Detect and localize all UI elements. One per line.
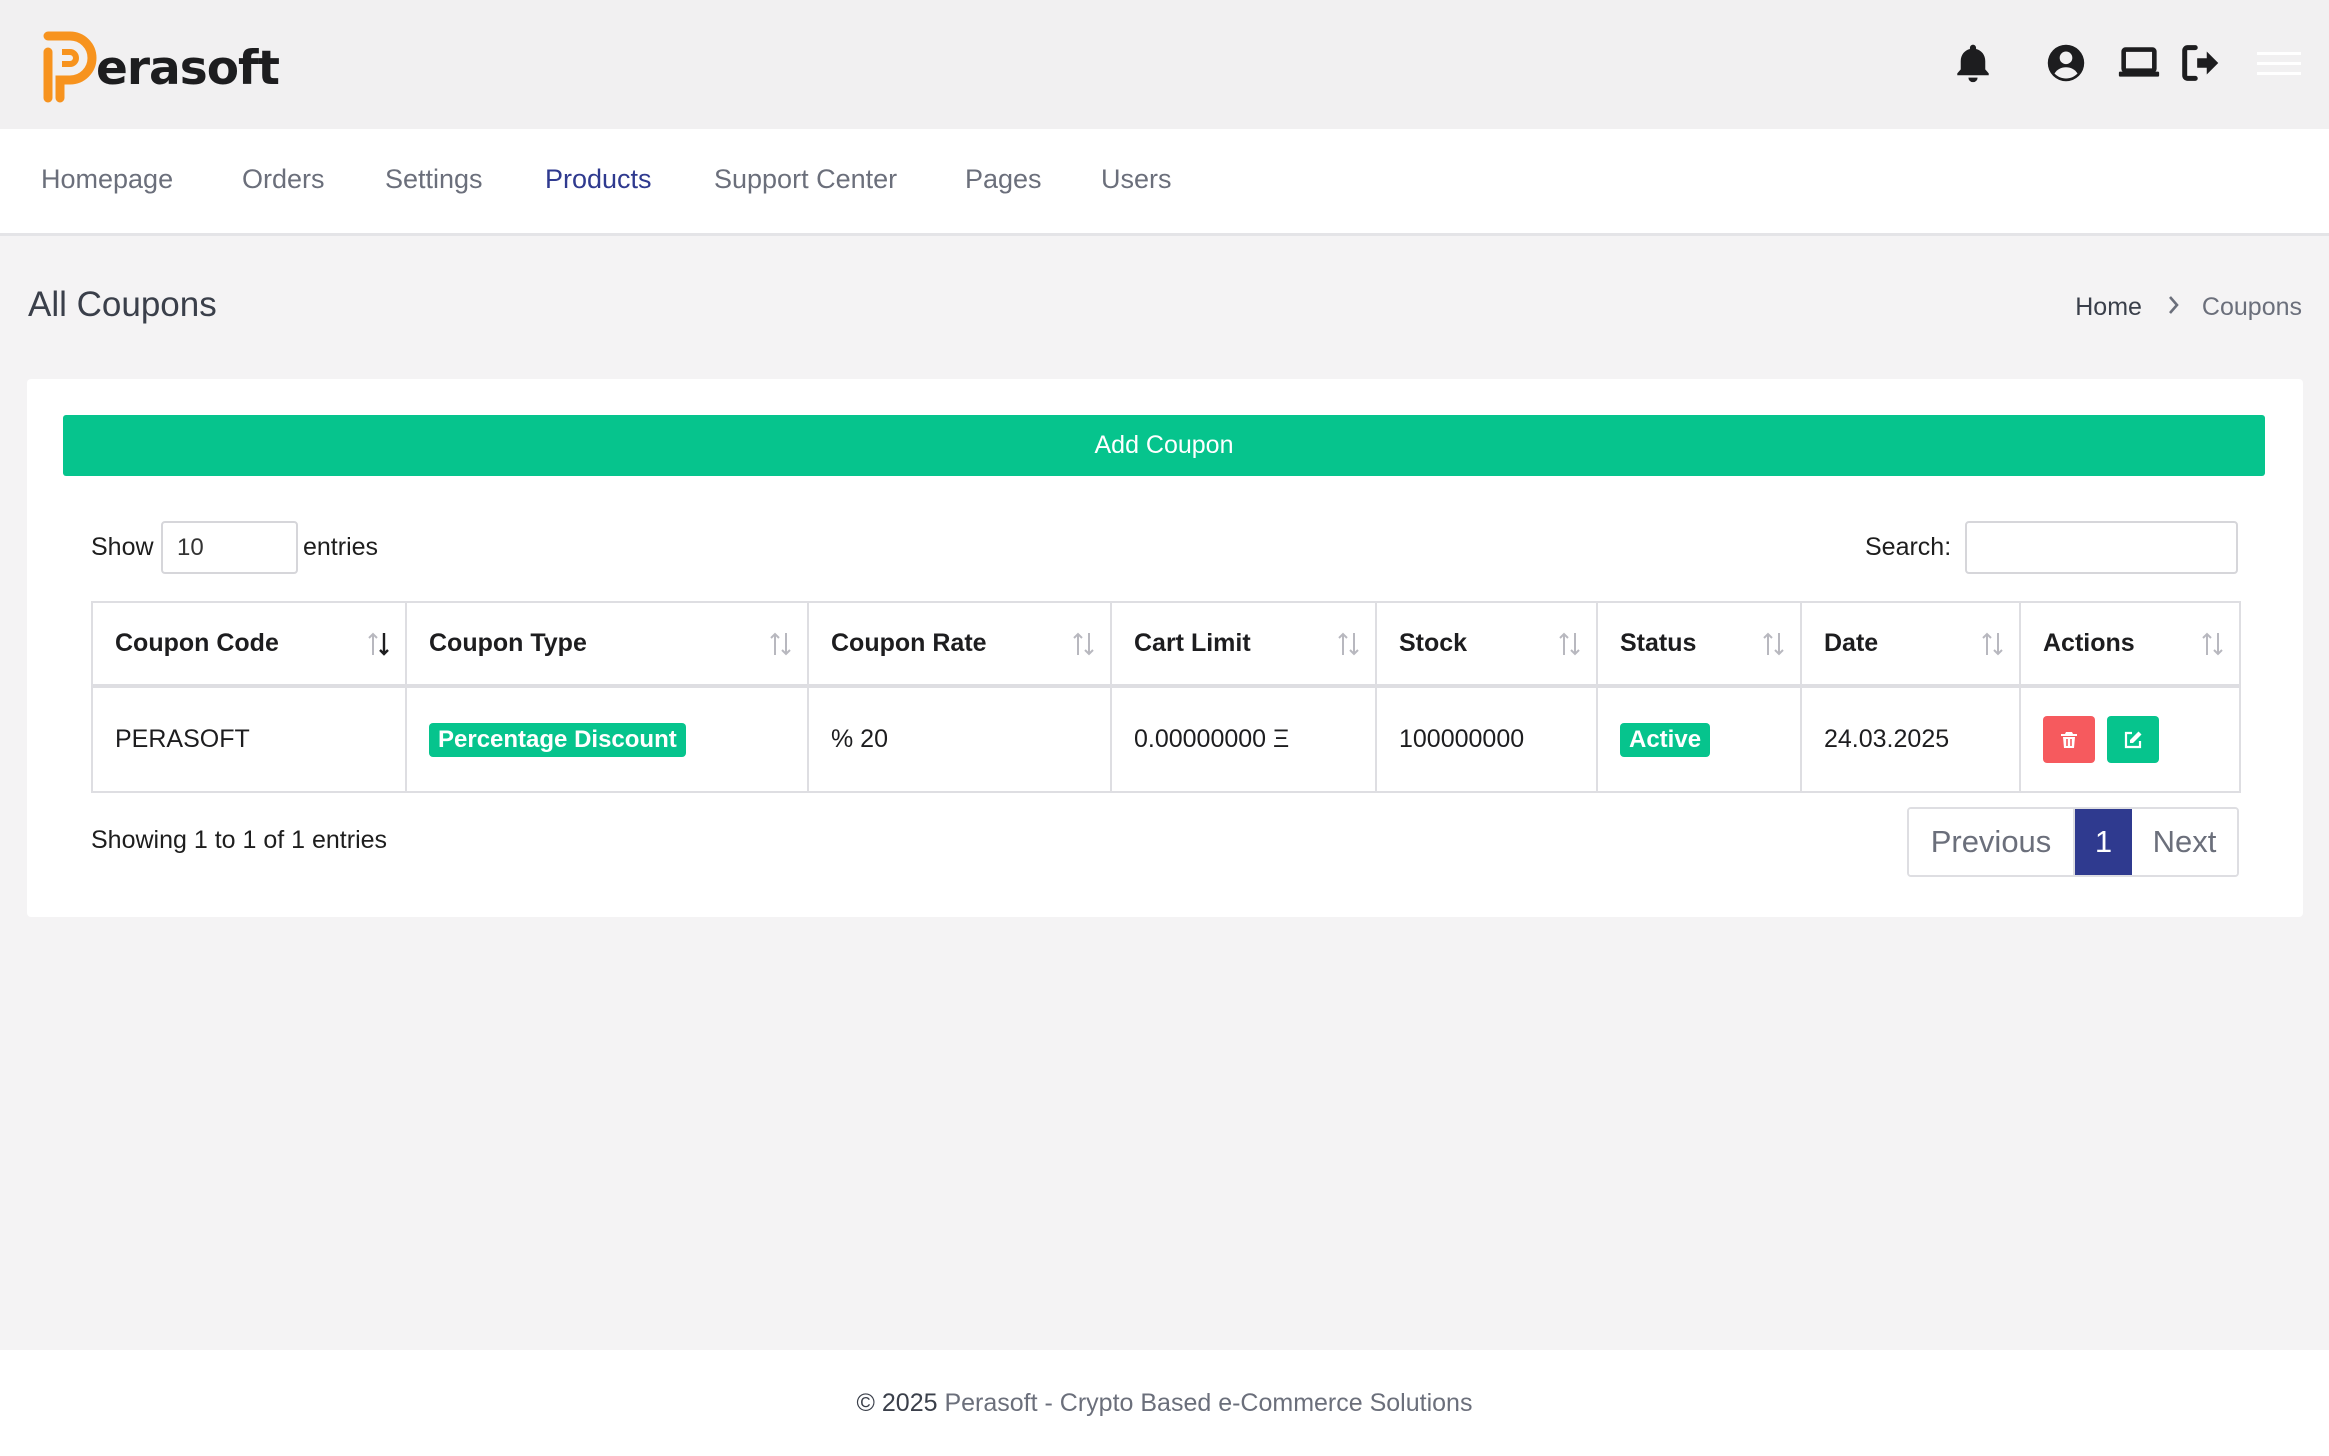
chevron-right-icon [2168, 294, 2180, 322]
table-info: Showing 1 to 1 of 1 entries [91, 826, 388, 854]
column-header-label: Actions [2043, 629, 2135, 657]
perasoft-logo-mark [43, 31, 97, 103]
sign-out-icon[interactable] [2178, 40, 2224, 86]
entries-label: entries [303, 533, 379, 561]
cell-date: 24.03.2025 [1800, 685, 2021, 793]
column-header-cart-limit[interactable]: Cart Limit [1110, 601, 1377, 688]
cell-coupon-rate: % 20 [807, 685, 1112, 793]
laptop-icon[interactable] [2116, 40, 2162, 86]
search-input[interactable] [1965, 521, 2238, 574]
main-nav: Homepage Orders Settings Products Suppor… [0, 129, 2329, 236]
column-header-label: Stock [1399, 629, 1468, 657]
column-header-coupon-rate[interactable]: Coupon Rate [807, 601, 1112, 688]
breadcrumb: Home Coupons [2075, 293, 2302, 322]
edit-icon [2124, 731, 2142, 748]
column-header-label: Coupon Code [115, 629, 279, 657]
nav-item-homepage[interactable]: Homepage [41, 164, 173, 195]
pagination-page-1[interactable]: 1 [2075, 809, 2132, 875]
sort-icon [1337, 631, 1361, 657]
nav-item-settings[interactable]: Settings [385, 164, 483, 195]
nav-item-users[interactable]: Users [1101, 164, 1172, 195]
cell-coupon-code: PERASOFT [91, 685, 407, 793]
coupons-table: Coupon Code Coupon Type Coupon Rate Cart… [91, 601, 2241, 793]
column-header-coupon-type[interactable]: Coupon Type [405, 601, 809, 688]
sort-icon [769, 631, 793, 657]
sort-icon [2201, 631, 2225, 657]
show-label: Show [91, 533, 154, 561]
footer: © 2025 Perasoft - Crypto Based e-Commerc… [0, 1350, 2329, 1456]
coupons-card: Add Coupon Show 10 entries Search: Coupo… [27, 379, 2303, 917]
brand-name: erasoft [96, 40, 280, 96]
table-row: PERASOFT Percentage Discount % 20 0.0000… [91, 685, 2241, 793]
top-header: erasoft [0, 0, 2329, 129]
sort-icon [1072, 631, 1096, 657]
column-header-date[interactable]: Date [1800, 601, 2021, 688]
add-coupon-button[interactable]: Add Coupon [63, 415, 2265, 476]
cell-cart-limit: 0.00000000 Ξ [1110, 685, 1377, 793]
bell-icon[interactable] [1950, 40, 1996, 86]
user-circle-icon[interactable] [2043, 40, 2089, 86]
pagination: Previous 1 Next [1907, 807, 2239, 877]
cell-coupon-type: Percentage Discount [405, 685, 809, 793]
column-header-status[interactable]: Status [1596, 601, 1802, 688]
column-header-label: Date [1824, 629, 1879, 657]
column-header-actions[interactable]: Actions [2019, 601, 2241, 688]
hamburger-menu-icon[interactable] [2255, 40, 2301, 86]
column-header-label: Coupon Rate [831, 629, 987, 657]
column-header-stock[interactable]: Stock [1375, 601, 1598, 688]
trash-icon [2061, 731, 2077, 748]
column-header-label: Status [1620, 629, 1697, 657]
nav-item-orders[interactable]: Orders [242, 164, 325, 195]
page-title: All Coupons [28, 285, 217, 324]
nav-item-pages[interactable]: Pages [965, 164, 1042, 195]
nav-item-support-center[interactable]: Support Center [714, 164, 897, 195]
pagination-next-button[interactable]: Next [2132, 809, 2237, 875]
search-label: Search: [1865, 533, 1952, 561]
breadcrumb-home-link[interactable]: Home [2075, 293, 2142, 322]
brand-logo[interactable]: erasoft [40, 30, 280, 104]
coupon-type-badge: Percentage Discount [429, 722, 686, 757]
cell-stock: 100000000 [1375, 685, 1598, 793]
table-header-row: Coupon Code Coupon Type Coupon Rate Cart… [91, 601, 2241, 688]
sort-icon [1558, 631, 1582, 657]
edit-button[interactable] [2106, 716, 2159, 763]
column-header-coupon-code[interactable]: Coupon Code [91, 601, 407, 688]
breadcrumb-current: Coupons [2201, 293, 2302, 321]
footer-copyright: © 2025 [856, 1388, 938, 1417]
cell-status: Active [1596, 685, 1802, 793]
status-badge: Active [1620, 722, 1711, 757]
sort-descending-icon [367, 631, 391, 657]
cell-actions [2019, 685, 2241, 793]
footer-text: Perasoft - Crypto Based e-Commerce Solut… [937, 1388, 1473, 1417]
pagination-previous-button[interactable]: Previous [1909, 809, 2075, 875]
delete-button[interactable] [2043, 716, 2095, 763]
entries-per-page-select[interactable]: 10 [161, 521, 298, 574]
nav-item-products[interactable]: Products [545, 164, 652, 195]
sort-icon [1762, 631, 1786, 657]
sort-icon [1981, 631, 2005, 657]
column-header-label: Cart Limit [1134, 629, 1251, 657]
column-header-label: Coupon Type [429, 629, 587, 657]
